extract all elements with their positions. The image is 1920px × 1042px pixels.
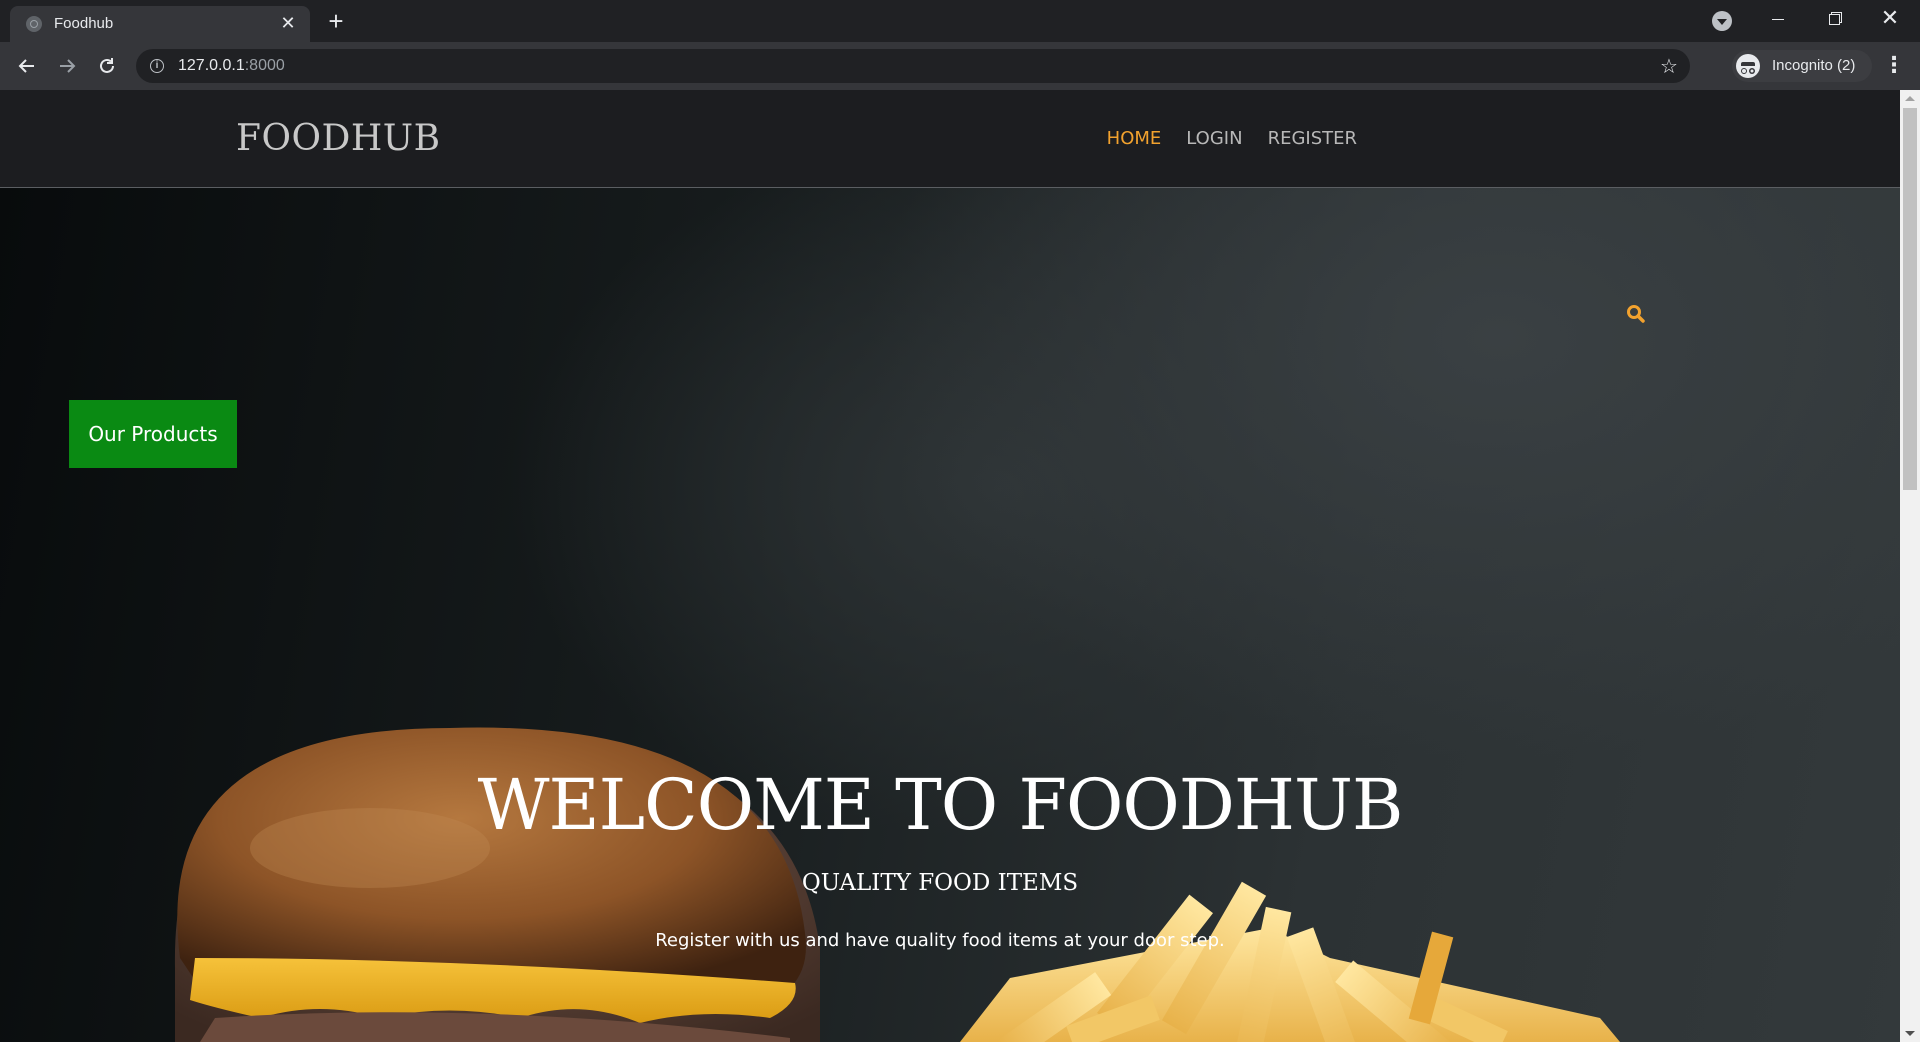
scroll-up-arrow-icon[interactable] — [1905, 96, 1915, 101]
fries-graphic — [960, 881, 1620, 1042]
incognito-profile-button[interactable]: Incognito (2) — [1732, 50, 1872, 82]
hero-section: Our Products WELCOME TO FOODHUB QUALITY … — [0, 188, 1900, 1042]
hero-subtitle: QUALITY FOOD ITEMS — [801, 870, 1079, 896]
info-icon[interactable]: i — [150, 59, 164, 73]
minimize-icon[interactable] — [1750, 0, 1806, 40]
hero-title: WELCOME TO FOODHUB — [477, 764, 1404, 846]
globe-icon — [26, 16, 42, 32]
star-icon[interactable]: ☆ — [1656, 53, 1682, 79]
browser-toolbar: i 127.0.0.1:8000 ☆ Incognito (2) ⋮ — [0, 42, 1920, 90]
plus-icon[interactable]: + — [322, 8, 350, 36]
browser-tabstrip: Foodhub ✕ + ✕ — [0, 0, 1920, 42]
page-viewport: FOODHUB HOME LOGIN REGISTER Our Products… — [0, 90, 1900, 1042]
hero-text: Register with us and have quality food i… — [655, 930, 1225, 951]
window-close-icon[interactable]: ✕ — [1862, 0, 1918, 40]
incognito-label: Incognito (2) — [1772, 57, 1856, 74]
site-brand[interactable]: FOODHUB — [236, 118, 441, 159]
nav-login-link[interactable]: LOGIN — [1186, 128, 1242, 149]
close-icon[interactable]: ✕ — [276, 12, 300, 36]
browser-tab[interactable]: Foodhub ✕ — [10, 6, 310, 42]
reload-icon[interactable] — [91, 50, 123, 82]
url-text[interactable]: 127.0.0.1:8000 — [178, 57, 285, 75]
scroll-thumb[interactable] — [1903, 108, 1917, 490]
page-scrollbar[interactable] — [1900, 90, 1920, 1042]
site-header: FOODHUB HOME LOGIN REGISTER — [0, 90, 1900, 188]
nav-home-link[interactable]: HOME — [1107, 128, 1162, 149]
burger-fries-image — [174, 727, 1620, 1042]
maximize-icon[interactable] — [1806, 0, 1862, 40]
scroll-down-arrow-icon[interactable] — [1905, 1031, 1915, 1036]
tab-title: Foodhub — [54, 15, 114, 32]
kebab-menu-icon[interactable]: ⋮ — [1880, 50, 1908, 82]
address-bar[interactable]: i 127.0.0.1:8000 ☆ — [136, 49, 1690, 83]
nav-register-link[interactable]: REGISTER — [1268, 128, 1357, 149]
back-arrow-icon[interactable] — [11, 50, 43, 82]
incognito-icon — [1736, 54, 1760, 78]
tab-search-icon[interactable] — [1712, 11, 1732, 31]
site-nav: HOME LOGIN REGISTER — [1107, 128, 1357, 149]
forward-arrow-icon[interactable] — [51, 50, 83, 82]
